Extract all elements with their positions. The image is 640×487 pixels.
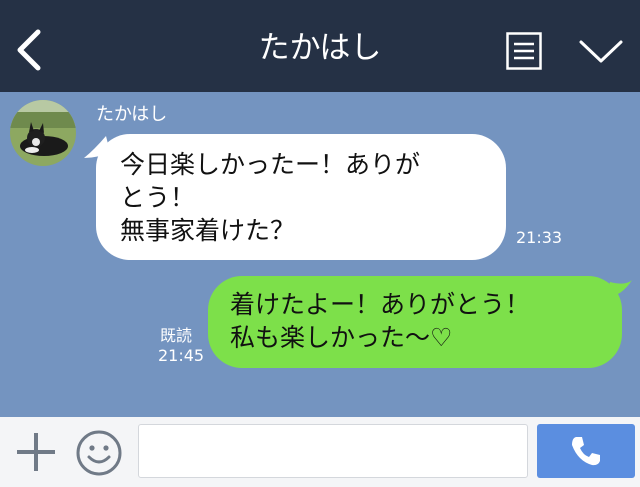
header-bar: たかはし <box>0 0 640 92</box>
plus-icon[interactable] <box>14 430 58 474</box>
smiley-icon[interactable] <box>74 428 124 478</box>
avatar[interactable] <box>10 100 76 166</box>
read-receipt: 既読 <box>160 326 193 345</box>
call-button[interactable] <box>537 424 635 478</box>
outgoing-message-bubble[interactable]: 着けたよー！ありがとう！ 私も楽しかった〜♡ <box>208 276 622 368</box>
message-input[interactable] <box>138 424 528 478</box>
chevron-down-icon[interactable] <box>578 36 624 66</box>
menu-icon[interactable] <box>506 32 542 70</box>
phone-icon <box>572 437 600 466</box>
chat-title: たかはし <box>258 30 382 66</box>
incoming-message-bubble[interactable]: 今日楽しかったー！ありが とう！ 無事家着けた？ <box>96 134 506 260</box>
message-timestamp: 21:33 <box>516 228 563 247</box>
message-timestamp: 21:45 <box>158 346 205 365</box>
sender-name: たかはし <box>96 104 168 125</box>
